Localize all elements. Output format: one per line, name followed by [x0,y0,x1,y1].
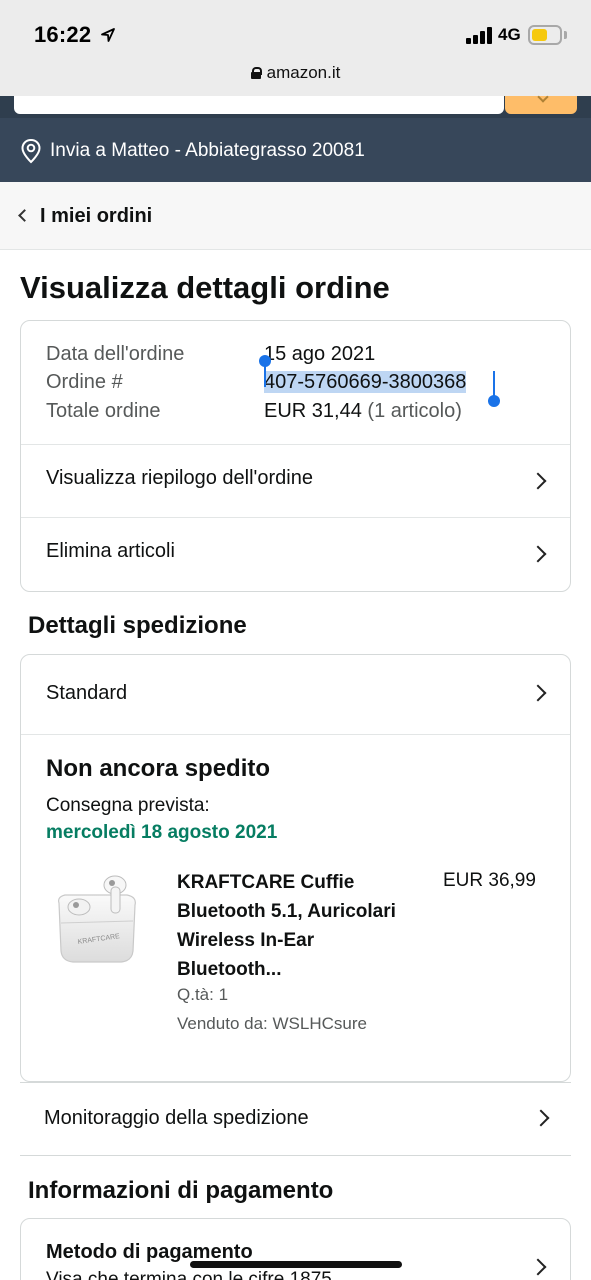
product-title-link[interactable]: KRAFTCARE Cuffie Bluetooth 5.1, Auricola… [177,868,417,984]
order-summary-card: Data dell'ordine 15 ago 2021 Ordine # 40… [20,320,571,592]
order-date-value: 15 ago 2021 [264,343,376,365]
payment-method-detail: Visa che termina con le cifre 1875 [46,1269,332,1280]
shipment-card: Standard Non ancora spedito Consegna pre… [20,654,571,1082]
battery-icon [528,25,562,45]
back-link-label: I miei ordini [40,205,153,227]
product-quantity: Q.tà: 1 [177,985,229,1004]
search-button[interactable] [505,96,577,114]
chevron-right-icon [532,1109,550,1127]
search-input[interactable] [14,96,504,114]
shipping-section-title: Dettagli spedizione [28,612,247,639]
selection-start-handle[interactable] [259,355,271,387]
delete-items-label: Elimina articoli [46,540,175,562]
shipping-method-link[interactable]: Standard [21,655,570,735]
shipment-status: Non ancora spedito [46,755,271,782]
location-pin-icon [21,138,41,164]
order-total-amount: EUR 31,44 [264,400,362,422]
payment-section-title: Informazioni di pagamento [28,1177,334,1204]
view-order-summary-link[interactable]: Visualizza riepilogo dell'ordine [21,444,570,517]
delivery-location-text: Invia a Matteo - Abbiategrasso 20081 [50,140,365,161]
shipping-method-label: Standard [46,682,128,704]
lock-icon [250,67,262,79]
network-type: 4G [498,25,521,44]
product-seller: Venduto da: WSLHCsure [177,1014,367,1033]
order-number-value[interactable]: 407-5760669-3800368 [264,371,467,394]
chevron-right-icon [529,1258,547,1276]
expected-delivery-label: Consegna prevista: [46,795,210,816]
url-text: amazon.it [266,63,341,82]
location-arrow-icon [101,28,115,42]
view-order-summary-label: Visualizza riepilogo dell'ordine [46,467,313,489]
selection-end-handle[interactable] [488,371,500,407]
battery-nub [564,31,567,39]
order-number-label: Ordine # [46,371,123,393]
track-shipment-link[interactable]: Monitoraggio della spedizione [20,1082,571,1156]
order-item-count: (1 articolo) [367,400,462,422]
status-bar: 16:22 4G amazon.it [0,0,591,96]
product-price: EUR 36,99 [443,870,536,891]
expected-delivery-date: mercoledì 18 agosto 2021 [46,822,278,843]
cellular-signal-icon [466,27,494,44]
chevron-right-icon [529,545,547,563]
address-bar[interactable]: amazon.it [0,63,591,83]
chevron-right-icon [529,684,547,702]
page-title: Visualizza dettagli ordine [20,270,390,305]
status-time: 16:22 [34,22,92,47]
delete-items-link[interactable]: Elimina articoli [21,517,570,590]
home-indicator[interactable] [190,1261,402,1268]
chevron-right-icon [529,472,547,490]
chevron-left-icon [18,209,31,222]
back-to-orders-link[interactable]: I miei ordini [0,182,591,250]
selected-order-number[interactable]: 407-5760669-3800368 [264,371,467,393]
product-image[interactable]: KRAFTCARE [47,865,147,975]
order-date-label: Data dell'ordine [46,343,185,365]
payment-method-card[interactable]: Metodo di pagamento Visa che termina con… [20,1218,571,1280]
delivery-location-bar[interactable]: Invia a Matteo - Abbiategrasso 20081 [0,118,591,182]
track-shipment-label: Monitoraggio della spedizione [44,1107,309,1129]
order-total-value: EUR 31,44 (1 articolo) [264,400,462,423]
order-total-label: Totale ordine [46,400,161,422]
